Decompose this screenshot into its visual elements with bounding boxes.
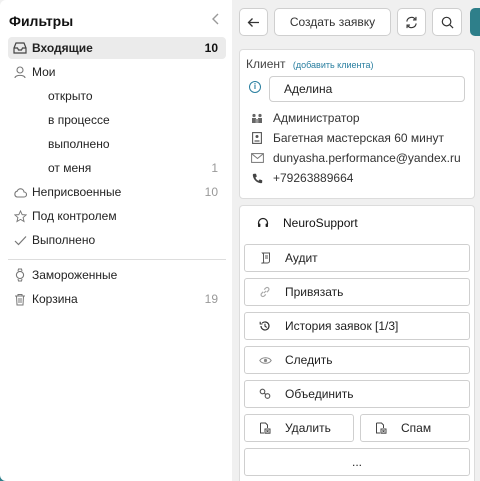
- create-ticket-button[interactable]: Создать заявку: [274, 8, 391, 36]
- check-icon: [8, 235, 32, 246]
- sidebar-item-frozen[interactable]: Замороженные: [8, 264, 226, 286]
- scroll-icon: [258, 252, 272, 264]
- client-company-row: Багетная мастерская 60 минут: [249, 131, 444, 145]
- ticket-panel: Создать заявку Клиент (добавить клиента)…: [232, 0, 480, 481]
- more-button[interactable]: ...: [244, 448, 470, 476]
- group-icon: [249, 113, 265, 124]
- client-email-row: dunyasha.performance@yandex.ru: [249, 151, 461, 165]
- bind-label: Привязать: [285, 285, 344, 299]
- sidebar-item-count: 10: [204, 41, 218, 55]
- delete-label: Удалить: [285, 421, 331, 435]
- client-role-row: Администратор: [249, 111, 360, 125]
- sidebar-item-label: Неприсвоенные: [32, 185, 122, 199]
- filters-sidebar: Фильтры Входящие 10 Мои открыто в процес…: [0, 0, 232, 481]
- sidebar-item-label: Выполнено: [32, 233, 96, 247]
- user-icon: [8, 65, 32, 79]
- follow-label: Следить: [285, 353, 333, 367]
- link-icon: [258, 286, 272, 298]
- sidebar-title: Фильтры: [9, 13, 74, 29]
- client-name-field[interactable]: Аделина: [269, 76, 465, 102]
- delete-doc-icon: [258, 422, 272, 434]
- sidebar-item-mine[interactable]: Мои: [8, 61, 226, 83]
- client-title-text: Клиент: [246, 57, 286, 71]
- sidebar-item-label: Под контролем: [32, 209, 117, 223]
- history-icon: [258, 320, 272, 332]
- sidebar-item-trash[interactable]: Корзина 19: [8, 288, 226, 310]
- id-card-icon: [249, 132, 265, 144]
- neurosupport-label: NeuroSupport: [283, 216, 358, 230]
- history-button[interactable]: История заявок [1/3]: [244, 312, 470, 340]
- app-frame: Фильтры Входящие 10 Мои открыто в процес…: [0, 0, 480, 481]
- watch-icon: [8, 268, 32, 282]
- sidebar-item-label: открыто: [48, 89, 93, 103]
- add-client-link[interactable]: (добавить клиента): [293, 60, 374, 70]
- more-label: ...: [351, 455, 362, 469]
- client-phone-row: +79263889664: [249, 171, 353, 185]
- sidebar-divider: [8, 259, 226, 260]
- client-company: Багетная мастерская 60 минут: [273, 131, 444, 145]
- sidebar-item-label: в процессе: [48, 113, 110, 127]
- spam-label: Спам: [401, 421, 432, 435]
- history-label: История заявок [1/3]: [285, 319, 399, 333]
- search-icon: [441, 16, 454, 29]
- actions-card: NeuroSupport Аудит Привязать История зая…: [239, 205, 475, 481]
- sidebar-item-done-sub[interactable]: выполнено: [48, 133, 226, 155]
- client-phone[interactable]: +79263889664: [273, 171, 353, 185]
- audit-button[interactable]: Аудит: [244, 244, 470, 272]
- chevron-left-icon[interactable]: [211, 12, 221, 26]
- sidebar-item-label: Мои: [32, 65, 56, 79]
- client-role: Администратор: [273, 111, 360, 125]
- sidebar-item-label: Корзина: [32, 292, 78, 306]
- arrow-left-icon: [247, 17, 260, 28]
- trash-icon: [8, 293, 32, 306]
- bind-button[interactable]: Привязать: [244, 278, 470, 306]
- sidebar-item-unassigned[interactable]: Неприсвоенные 10: [8, 181, 226, 203]
- inbox-icon: [8, 42, 32, 54]
- spam-button[interactable]: Спам: [360, 414, 470, 442]
- search-button[interactable]: [432, 8, 462, 36]
- sidebar-item-count: 19: [204, 292, 218, 306]
- sidebar-item-label: Входящие: [32, 41, 93, 55]
- info-icon: i: [249, 81, 261, 93]
- back-button[interactable]: [239, 8, 268, 36]
- client-email[interactable]: dunyasha.performance@yandex.ru: [273, 151, 461, 165]
- sidebar-item-label: выполнено: [48, 137, 110, 151]
- refresh-icon: [405, 16, 418, 29]
- merge-label: Объединить: [285, 387, 354, 401]
- client-card: Клиент (добавить клиента) i Аделина Адми…: [239, 49, 475, 199]
- sidebar-item-label: от меня: [48, 161, 92, 175]
- sidebar-item-from-me[interactable]: от меня 1: [48, 157, 226, 179]
- sidebar-item-label: Замороженные: [32, 268, 118, 282]
- spam-doc-icon: [374, 422, 388, 434]
- merge-button[interactable]: Объединить: [244, 380, 470, 408]
- eye-icon: [258, 356, 272, 365]
- cloud-icon: [8, 187, 32, 198]
- toolbar: Создать заявку: [232, 0, 480, 44]
- sidebar-item-controlled[interactable]: Под контролем: [8, 205, 226, 227]
- client-title: Клиент (добавить клиента): [246, 57, 374, 71]
- neurosupport-row[interactable]: NeuroSupport: [256, 216, 358, 230]
- follow-button[interactable]: Следить: [244, 346, 470, 374]
- refresh-button[interactable]: [397, 8, 426, 36]
- merge-icon: [258, 388, 272, 400]
- sidebar-item-inbox[interactable]: Входящие 10: [8, 37, 226, 59]
- sidebar-item-count: 1: [211, 161, 218, 175]
- sidebar-item-completed[interactable]: Выполнено: [8, 229, 226, 251]
- delete-button[interactable]: Удалить: [244, 414, 354, 442]
- phone-icon: [249, 173, 265, 184]
- sidebar-item-count: 10: [204, 185, 218, 199]
- star-icon: [8, 209, 32, 223]
- headset-icon: [256, 217, 270, 229]
- mail-icon: [249, 153, 265, 163]
- audit-label: Аудит: [285, 251, 318, 265]
- accent-button[interactable]: [470, 8, 480, 36]
- sidebar-item-open[interactable]: открыто: [48, 85, 226, 107]
- sidebar-item-in-progress[interactable]: в процессе: [48, 109, 226, 131]
